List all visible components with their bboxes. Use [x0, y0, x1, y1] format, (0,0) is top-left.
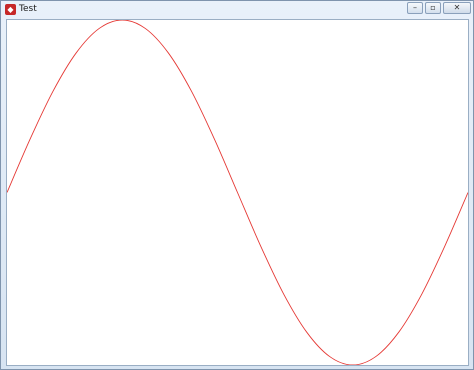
title-bar[interactable]: ◆ Test – ▫ ✕ — [1, 1, 473, 19]
close-icon: ✕ — [453, 3, 461, 12]
window-title: Test — [19, 4, 37, 14]
close-button[interactable]: ✕ — [443, 2, 471, 14]
app-icon[interactable]: ◆ — [5, 4, 16, 15]
plot-canvas[interactable] — [6, 19, 469, 366]
minimize-button[interactable]: – — [407, 2, 423, 14]
window-controls: – ▫ ✕ — [407, 2, 471, 14]
maximize-icon: ▫ — [430, 3, 436, 12]
maximize-button[interactable]: ▫ — [425, 2, 441, 14]
sine-series-line — [7, 20, 468, 365]
minimize-icon: – — [413, 3, 417, 12]
sine-plot — [7, 20, 468, 365]
menu-hints — [89, 7, 119, 15]
app-window: ◆ Test – ▫ ✕ — [0, 0, 474, 370]
